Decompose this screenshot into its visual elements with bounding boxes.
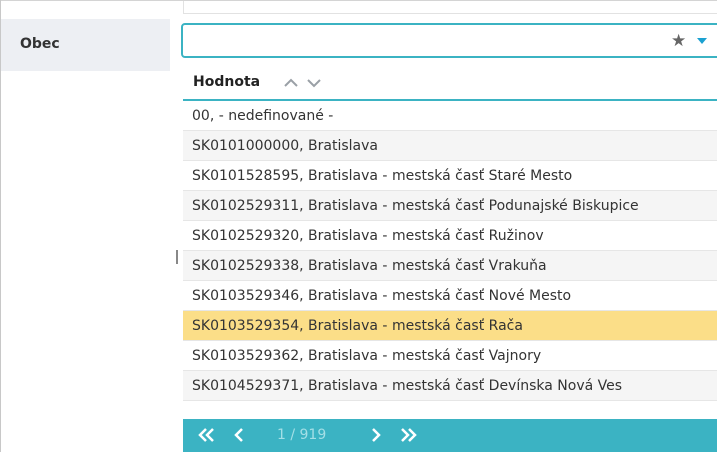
- dropdown-header: Hodnota: [183, 66, 717, 101]
- column-header-hodnota: Hodnota: [193, 74, 261, 90]
- field-label: Obec: [20, 36, 60, 52]
- sort-ascending-icon[interactable]: [283, 75, 299, 91]
- dropdown-list: Hodnota 00, - nedefinované - SK010100000…: [183, 66, 717, 452]
- obec-combobox[interactable]: ★: [181, 23, 717, 58]
- list-item[interactable]: 00, - nedefinované -: [183, 101, 717, 131]
- next-page-icon[interactable]: [365, 424, 387, 446]
- pagination-bar: 1 / 919: [183, 419, 717, 452]
- list-item[interactable]: SK0102529311, Bratislava - mestská časť …: [183, 191, 717, 221]
- list-item[interactable]: SK0103529346, Bratislava - mestská časť …: [183, 281, 717, 311]
- field-label-cell: Obec: [1, 19, 170, 71]
- first-page-icon[interactable]: [195, 424, 217, 446]
- page-indicator: 1 / 919: [277, 427, 327, 443]
- star-icon[interactable]: ★: [671, 31, 686, 51]
- last-page-icon[interactable]: [398, 424, 420, 446]
- previous-row-edge: [183, 1, 717, 14]
- dropdown-rows: 00, - nedefinované - SK0101000000, Brati…: [183, 101, 717, 401]
- list-item[interactable]: SK0102529320, Bratislava - mestská časť …: [183, 221, 717, 251]
- list-item[interactable]: SK0104529371, Bratislava - mestská časť …: [183, 371, 717, 401]
- obec-input[interactable]: [189, 29, 663, 53]
- list-item-selected[interactable]: SK0103529354, Bratislava - mestská časť …: [183, 311, 717, 341]
- list-item[interactable]: SK0103529362, Bratislava - mestská časť …: [183, 341, 717, 371]
- caret-down-icon[interactable]: [697, 38, 707, 44]
- list-item[interactable]: SK0101000000, Bratislava: [183, 131, 717, 161]
- previous-page-icon[interactable]: [228, 424, 250, 446]
- resize-handle[interactable]: [176, 250, 178, 264]
- sort-descending-icon[interactable]: [306, 75, 322, 91]
- list-item[interactable]: SK0102529338, Bratislava - mestská časť …: [183, 251, 717, 281]
- list-item[interactable]: SK0101528595, Bratislava - mestská časť …: [183, 161, 717, 191]
